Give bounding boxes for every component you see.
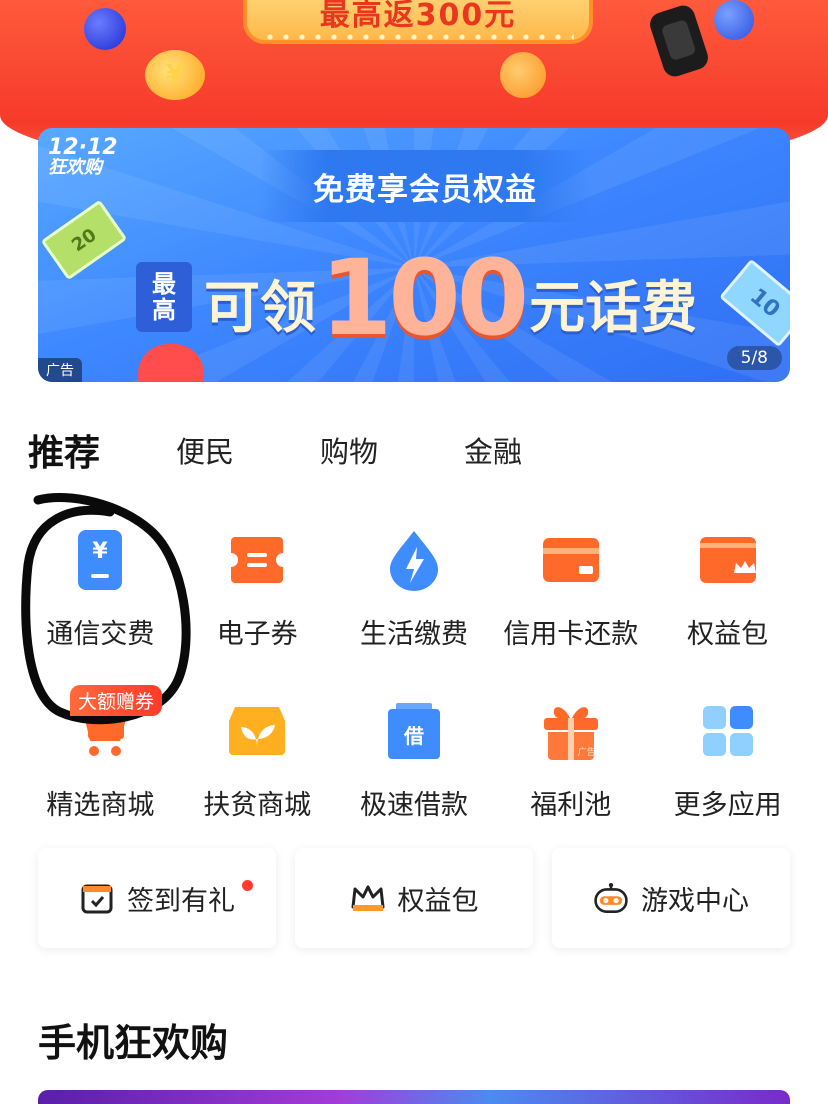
banner-max-char: 高 bbox=[152, 296, 176, 324]
grid-item-label: 更多应用 bbox=[673, 790, 782, 821]
ticket-icon bbox=[219, 522, 295, 598]
grid-item-label: 电子券 bbox=[216, 619, 298, 650]
ad-label: 广告 bbox=[38, 358, 82, 382]
decor-ball bbox=[84, 8, 126, 50]
grid-item-label: 权益包 bbox=[687, 619, 769, 650]
section-title: 手机狂欢购 bbox=[38, 1021, 229, 1065]
grid-item-label: 极速借款 bbox=[359, 790, 468, 821]
card-label: 游戏中心 bbox=[641, 885, 749, 917]
grid-item-label: 扶贫商城 bbox=[203, 790, 312, 821]
card-check-in[interactable]: 签到有礼 bbox=[38, 848, 276, 948]
grid-item-label: 信用卡还款 bbox=[503, 619, 639, 650]
loan-icon-text: 借 bbox=[387, 709, 440, 759]
ad-banner[interactable]: 20 10 12·12 狂欢购 免费享会员权益 最 高 可领 100 元话费 广… bbox=[38, 128, 790, 382]
grid-item-welfare[interactable]: 广告 福利池 bbox=[492, 693, 649, 822]
grid-item-quick-loan[interactable]: 借 极速借款 bbox=[336, 693, 493, 822]
card-benefits[interactable]: 权益包 bbox=[295, 848, 533, 948]
grid-item-more-apps[interactable]: 更多应用 bbox=[649, 693, 806, 822]
banner-max-char: 最 bbox=[152, 269, 176, 298]
more-apps-icon bbox=[690, 693, 766, 769]
coin-icon: ¥ bbox=[145, 50, 205, 100]
electric-icon bbox=[376, 522, 452, 598]
grid-item-credit-card[interactable]: 信用卡还款 bbox=[492, 522, 649, 651]
phone-bill-icon: ¥ bbox=[62, 522, 138, 598]
tab-convenience[interactable]: 便民 bbox=[176, 429, 234, 471]
calendar-check-icon bbox=[79, 880, 115, 916]
grid-item-poverty-mall[interactable]: 扶贫商城 bbox=[179, 693, 336, 822]
promo-text: 最高返300元 bbox=[319, 0, 517, 33]
tab-recommend[interactable]: 推荐 bbox=[28, 424, 105, 476]
sprout-shop-icon bbox=[219, 693, 295, 769]
grid-item-label: 生活缴费 bbox=[359, 619, 468, 650]
coin-icon bbox=[500, 52, 546, 98]
headline-prefix: 可领 bbox=[204, 276, 316, 341]
grid-item-utility[interactable]: 生活缴费 bbox=[336, 522, 493, 651]
tab-shopping[interactable]: 购物 bbox=[320, 429, 378, 471]
banner-pager: 5/8 bbox=[726, 346, 782, 370]
quick-entry-cards: 签到有礼 权益包 游戏中心 bbox=[38, 848, 790, 948]
grid-item-label: 福利池 bbox=[530, 790, 612, 821]
tab-finance[interactable]: 金融 bbox=[464, 429, 522, 471]
benefit-card-icon bbox=[690, 522, 766, 598]
gift-icon: 广告 bbox=[533, 693, 609, 769]
event-badge: 12·12 狂欢购 bbox=[48, 136, 118, 178]
event-badge-date: 12·12 bbox=[48, 135, 118, 160]
grid-item-benefits[interactable]: 权益包 bbox=[649, 522, 806, 651]
grid-item-label: 精选商城 bbox=[46, 790, 155, 821]
crown-icon bbox=[350, 880, 386, 916]
smart-band-icon bbox=[646, 2, 712, 80]
card-label: 签到有礼 bbox=[127, 885, 235, 917]
game-robot-icon bbox=[593, 880, 629, 916]
grid-item-e-coupon[interactable]: 电子券 bbox=[179, 522, 336, 651]
svg-text:¥: ¥ bbox=[93, 539, 109, 564]
headline-amount: 100 bbox=[320, 237, 529, 359]
event-badge-name: 狂欢购 bbox=[48, 157, 102, 179]
loan-icon: 借 bbox=[376, 693, 452, 769]
grid-item-label: 通信交费 bbox=[46, 619, 155, 650]
grid-item-phone-bill[interactable]: ¥ 通信交费 bbox=[22, 522, 179, 651]
grid-item-featured-mall[interactable]: 大额赠券 精选商城 bbox=[22, 685, 179, 822]
decor-dots bbox=[262, 34, 574, 40]
banner-subtitle: 免费享会员权益 bbox=[260, 150, 590, 222]
card-label: 权益包 bbox=[397, 885, 479, 917]
section-banner[interactable] bbox=[38, 1090, 790, 1104]
category-tabs: 推荐 便民 购物 金融 bbox=[28, 420, 608, 480]
card-game-center[interactable]: 游戏中心 bbox=[552, 848, 790, 948]
gift-icon-tag: 广告 bbox=[577, 748, 596, 758]
promo-ribbon: 大额赠券 bbox=[70, 685, 163, 716]
decor-ball bbox=[714, 0, 754, 40]
banner-headline: 可领 100 元话费 bbox=[204, 234, 698, 350]
banner-max-tag: 最 高 bbox=[136, 262, 192, 332]
headline-suffix: 元话费 bbox=[529, 276, 698, 341]
notification-dot bbox=[242, 880, 253, 891]
credit-card-icon bbox=[533, 522, 609, 598]
service-grid: ¥ 通信交费 电子券 生活缴费 信用卡还款 权益包 大额赠券 精选商城 扶贫商城… bbox=[22, 522, 806, 822]
